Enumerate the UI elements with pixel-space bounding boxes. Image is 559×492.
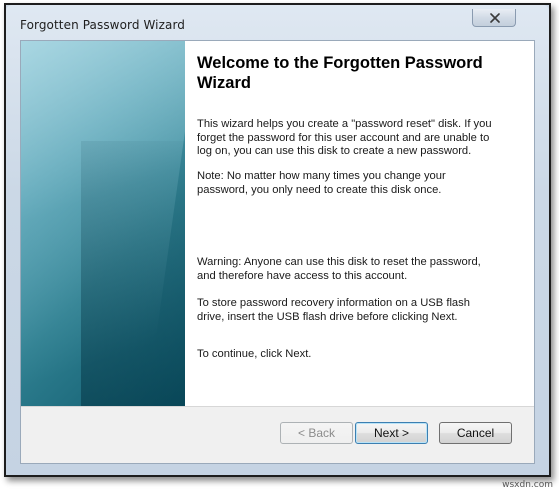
title-bar[interactable]: Forgotten Password Wizard xyxy=(6,5,549,41)
watermark-text: wsxdn.com xyxy=(502,480,553,490)
close-button[interactable] xyxy=(472,9,516,27)
wizard-button-bar: < Back Next > Cancel xyxy=(21,406,534,463)
screenshot-stage: Forgotten Password Wizard Welcome to the… xyxy=(0,0,559,492)
warning-paragraph: Warning: Anyone can use this disk to res… xyxy=(197,256,481,282)
wizard-banner-image xyxy=(21,41,185,406)
window-title: Forgotten Password Wizard xyxy=(20,18,186,32)
note-paragraph: Note: No matter how many times you chang… xyxy=(197,170,446,196)
banner-shadow xyxy=(81,141,185,406)
usb-paragraph: To store password recovery information o… xyxy=(197,297,470,323)
cancel-button[interactable]: Cancel xyxy=(439,422,512,444)
close-icon xyxy=(490,13,500,23)
continue-paragraph: To continue, click Next. xyxy=(197,348,312,360)
intro-paragraph: This wizard helps you create a "password… xyxy=(197,118,492,157)
next-button[interactable]: Next > xyxy=(355,422,428,444)
wizard-window: Forgotten Password Wizard Welcome to the… xyxy=(6,5,549,475)
wizard-content: Welcome to the Forgotten Password Wizard xyxy=(197,53,517,108)
back-button[interactable]: < Back xyxy=(280,422,353,444)
wizard-client-area: Welcome to the Forgotten Password Wizard… xyxy=(20,40,535,464)
page-title: Welcome to the Forgotten Password Wizard xyxy=(197,54,483,92)
